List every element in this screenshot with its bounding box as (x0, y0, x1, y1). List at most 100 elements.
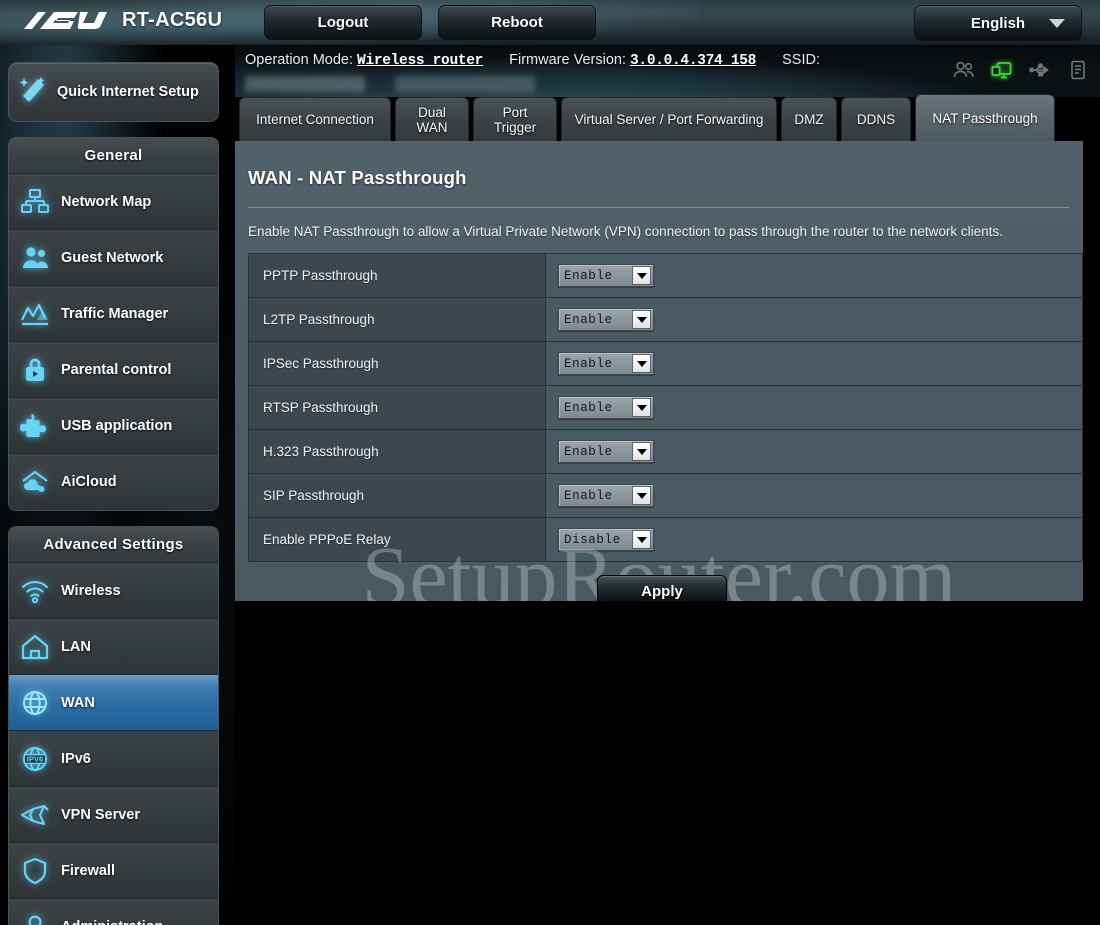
asus-logo (22, 7, 114, 35)
sidebar-item-aicloud[interactable]: AiCloud (9, 454, 218, 510)
sidebar-group-general-title: General (9, 138, 218, 174)
pppoe-relay-select[interactable]: Disable (558, 528, 654, 551)
sip-passthrough-select[interactable]: Enable (558, 484, 654, 507)
pptp-passthrough-select[interactable]: Enable (558, 264, 654, 287)
language-selector-label: English (970, 14, 1026, 32)
reboot-button[interactable]: Reboot (438, 5, 596, 40)
table-row: L2TP Passthrough Enable (248, 297, 1083, 342)
sidebar-item-wireless[interactable]: Wireless (9, 563, 218, 619)
apply-button[interactable]: Apply (597, 575, 727, 601)
sidebar-item-firewall[interactable]: Firewall (9, 843, 218, 899)
table-row: RTSP Passthrough Enable (248, 385, 1083, 430)
tab-ddns[interactable]: DDNS (841, 97, 911, 141)
guest-network-icon (9, 244, 61, 272)
router-model-name: RT-AC56U (122, 9, 223, 31)
tab-internet-connection[interactable]: Internet Connection (239, 97, 391, 141)
tab-dmz[interactable]: DMZ (781, 97, 837, 141)
usb-icon[interactable] (1028, 58, 1052, 82)
vpn-server-icon (9, 801, 61, 829)
setting-value-cell: Disable (545, 517, 1083, 562)
printer-icon[interactable] (1066, 58, 1090, 82)
sidebar-item-label: WAN (61, 694, 95, 711)
network-map-icon (9, 188, 61, 216)
firewall-icon (9, 857, 61, 885)
traffic-manager-icon (9, 300, 61, 328)
main-content-panel: WAN - NAT Passthrough Enable NAT Passthr… (235, 141, 1083, 601)
sidebar-item-traffic-manager[interactable]: Traffic Manager (9, 286, 218, 342)
firmware-version-value[interactable]: 3.0.0.4.374_158 (630, 53, 756, 69)
tab-nat-passthrough[interactable]: NAT Passthrough (915, 94, 1055, 141)
table-row: PPTP Passthrough Enable (248, 253, 1083, 298)
l2tp-passthrough-select[interactable]: Enable (558, 308, 654, 331)
select-value: Enable (564, 444, 613, 459)
setting-label: SIP Passthrough (248, 473, 546, 518)
sidebar-item-network-map[interactable]: Network Map (9, 174, 218, 230)
sidebar-item-label: LAN (61, 638, 91, 655)
setting-label: Enable PPPoE Relay (248, 517, 546, 562)
logout-button[interactable]: Logout (264, 5, 422, 40)
parental-control-icon (9, 356, 61, 384)
h323-passthrough-select[interactable]: Enable (558, 440, 654, 463)
ipsec-passthrough-select[interactable]: Enable (558, 352, 654, 375)
status-icon-group (952, 58, 1090, 82)
quick-internet-setup-label: Quick Internet Setup (57, 83, 199, 100)
clients-icon[interactable] (952, 58, 976, 82)
setting-label: PPTP Passthrough (248, 253, 546, 298)
svg-text:IPV6: IPV6 (27, 754, 43, 763)
sidebar-item-wan[interactable]: WAN (9, 675, 218, 731)
administration-icon (9, 913, 61, 925)
aicloud-icon (9, 468, 61, 496)
info-bar-text: Operation Mode: Wireless router Firmware… (245, 52, 820, 69)
setting-label: H.323 Passthrough (248, 429, 546, 474)
tab-port-trigger[interactable]: Port Trigger (473, 97, 557, 141)
sidebar-item-parental-control[interactable]: Parental control (9, 342, 218, 398)
tab-virtual-server[interactable]: Virtual Server / Port Forwarding (561, 97, 777, 141)
language-selector[interactable]: English (914, 5, 1082, 41)
sidebar-group-advanced-settings: Advanced Settings Wireless LAN WAN IPV6 … (8, 526, 219, 925)
sidebar-item-label: USB application (61, 417, 173, 434)
title-divider (248, 207, 1070, 208)
router-admin-page: RT-AC56U Logout Reboot English Operation… (0, 0, 1100, 925)
sidebar-item-label: Traffic Manager (61, 305, 169, 322)
setting-value-cell: Enable (545, 341, 1083, 386)
rtsp-passthrough-select[interactable]: Enable (558, 396, 654, 419)
sidebar-item-label: AiCloud (61, 474, 117, 490)
quick-internet-setup-button[interactable]: Quick Internet Setup (8, 62, 219, 122)
setting-value-cell: Enable (545, 429, 1083, 474)
table-row: IPSec Passthrough Enable (248, 341, 1083, 386)
usb-application-icon (9, 412, 61, 440)
wan-tab-bar: Internet Connection Dual WAN Port Trigge… (235, 94, 1100, 141)
sidebar-item-guest-network[interactable]: Guest Network (9, 230, 218, 286)
sidebar-group-general: General Network Map Guest Network Traffi… (8, 137, 219, 511)
network-status-icon[interactable] (990, 58, 1014, 82)
operation-mode-value[interactable]: Wireless router (357, 53, 483, 69)
top-header-bar: RT-AC56U Logout Reboot English (0, 0, 1100, 45)
ssid-label: SSID: (782, 52, 820, 68)
lan-icon (9, 633, 61, 661)
left-sidebar: Quick Internet Setup General Network Map… (0, 45, 235, 925)
wireless-icon (9, 577, 61, 605)
sidebar-item-label: Parental control (61, 361, 172, 378)
chevron-down-icon (632, 398, 651, 417)
tab-dual-wan[interactable]: Dual WAN (395, 97, 469, 141)
chevron-down-icon (632, 354, 651, 373)
sidebar-item-label: Administration (61, 919, 163, 925)
operation-mode-label: Operation Mode: (245, 52, 354, 68)
setting-value-cell: Enable (545, 385, 1083, 430)
sidebar-item-label: Wireless (61, 582, 121, 599)
nat-passthrough-settings-table: PPTP Passthrough Enable L2TP Passthrough… (248, 253, 1083, 562)
select-value: Disable (564, 532, 621, 547)
sidebar-item-lan[interactable]: LAN (9, 619, 218, 675)
sidebar-item-usb-application[interactable]: USB application (9, 398, 218, 454)
sidebar-item-ipv6[interactable]: IPV6 IPv6 (9, 731, 218, 787)
sidebar-item-label: IPv6 (61, 750, 91, 767)
chevron-down-icon (632, 266, 651, 285)
sidebar-item-label: Firewall (61, 862, 115, 879)
setting-value-cell: Enable (545, 473, 1083, 518)
sidebar-item-vpn-server[interactable]: VPN Server (9, 787, 218, 843)
ipv6-icon: IPV6 (9, 745, 61, 773)
sidebar-group-advanced-title: Advanced Settings (9, 527, 218, 563)
chevron-down-icon (632, 530, 651, 549)
sidebar-item-administration[interactable]: Administration (9, 899, 218, 925)
page-description: Enable NAT Passthrough to allow a Virtua… (248, 224, 1003, 239)
